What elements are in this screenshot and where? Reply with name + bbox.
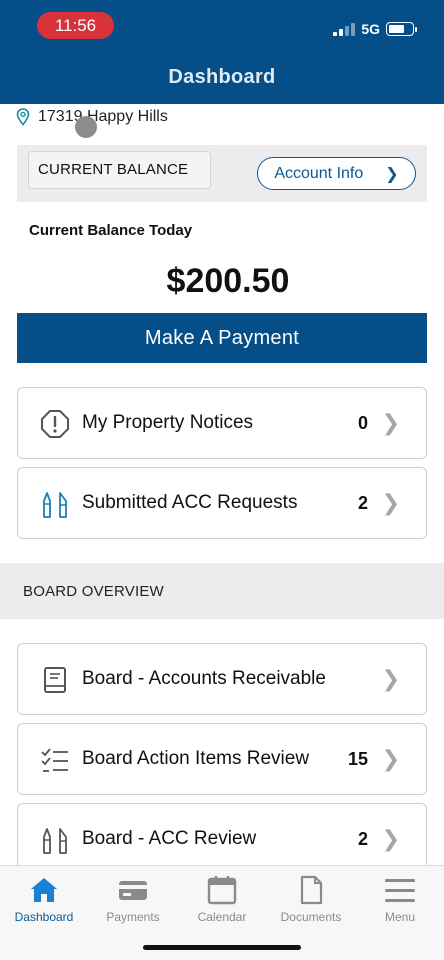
tab-menu[interactable]: Menu (356, 874, 444, 924)
tools-icon (43, 828, 67, 854)
make-payment-button[interactable]: Make A Payment (17, 313, 427, 363)
network-type: 5G (361, 21, 380, 37)
chevron-right-icon: ❯ (381, 746, 400, 771)
card-count: 15 (347, 748, 368, 769)
account-info-button[interactable]: Account Info ❯ (257, 157, 416, 190)
card-count: 2 (357, 828, 368, 849)
card-label: Board - Accounts Receivable (82, 668, 326, 689)
balance-toolbar: CURRENT BALANCE Account Info ❯ (17, 145, 427, 202)
tab-documents[interactable]: Documents (267, 874, 355, 924)
board-accounts-receivable-card[interactable]: Board - Accounts Receivable ❯ (17, 643, 427, 715)
home-indicator[interactable] (143, 945, 301, 950)
card-label: Board Action Items Review (82, 748, 310, 769)
card-label: My Property Notices (82, 412, 254, 433)
board-action-items-card[interactable]: Board Action Items Review 15 ❯ (17, 723, 427, 795)
location-pin-icon (16, 108, 30, 126)
tab-label: Payments (106, 910, 160, 924)
tab-label: Calendar (197, 910, 247, 924)
tab-label: Dashboard (14, 910, 74, 924)
section-title: BOARD OVERVIEW (23, 583, 164, 600)
calendar-icon (207, 876, 237, 905)
checklist-icon (41, 748, 68, 772)
balance-today-label: Current Balance Today (29, 222, 193, 239)
menu-icon (385, 879, 415, 902)
acc-requests-card[interactable]: Submitted ACC Requests 2 ❯ (17, 467, 427, 539)
tab-label: Menu (384, 910, 416, 924)
card-label: Board - ACC Review (82, 828, 257, 849)
chevron-right-icon: ❯ (381, 666, 400, 691)
warning-octagon-icon (41, 410, 69, 438)
status-indicators: 5G (333, 18, 417, 40)
credit-card-icon (119, 881, 147, 900)
book-icon (44, 667, 66, 693)
chevron-right-icon: ❯ (381, 490, 400, 515)
tab-label: Documents (280, 910, 342, 924)
card-label: Submitted ACC Requests (82, 492, 298, 513)
cellular-signal-icon (333, 22, 356, 36)
card-count: 2 (357, 492, 368, 513)
document-icon (300, 875, 323, 905)
tab-dashboard[interactable]: Dashboard (0, 874, 88, 924)
tools-icon (43, 492, 67, 518)
battery-icon (386, 22, 417, 36)
address-text: 17319 Happy Hills (38, 108, 168, 125)
status-time: 11:56 (37, 12, 114, 39)
touch-indicator (75, 116, 97, 138)
chevron-right-icon: ❯ (381, 826, 400, 851)
chevron-right-icon: ❯ (385, 165, 399, 183)
current-balance-tab[interactable]: CURRENT BALANCE (28, 151, 211, 189)
tab-calendar[interactable]: Calendar (178, 874, 266, 924)
home-icon (31, 878, 57, 902)
balance-amount: $200.50 (166, 262, 290, 300)
card-count: 0 (357, 412, 368, 433)
board-overview-header: BOARD OVERVIEW (0, 563, 444, 619)
property-notices-card[interactable]: My Property Notices 0 ❯ (17, 387, 427, 459)
chevron-right-icon: ❯ (381, 410, 400, 435)
tab-payments[interactable]: Payments (89, 874, 177, 924)
account-info-label: Account Info (274, 164, 364, 182)
app-header: 11:56 5G Dashboard (0, 0, 444, 104)
page-title: Dashboard (168, 66, 276, 88)
